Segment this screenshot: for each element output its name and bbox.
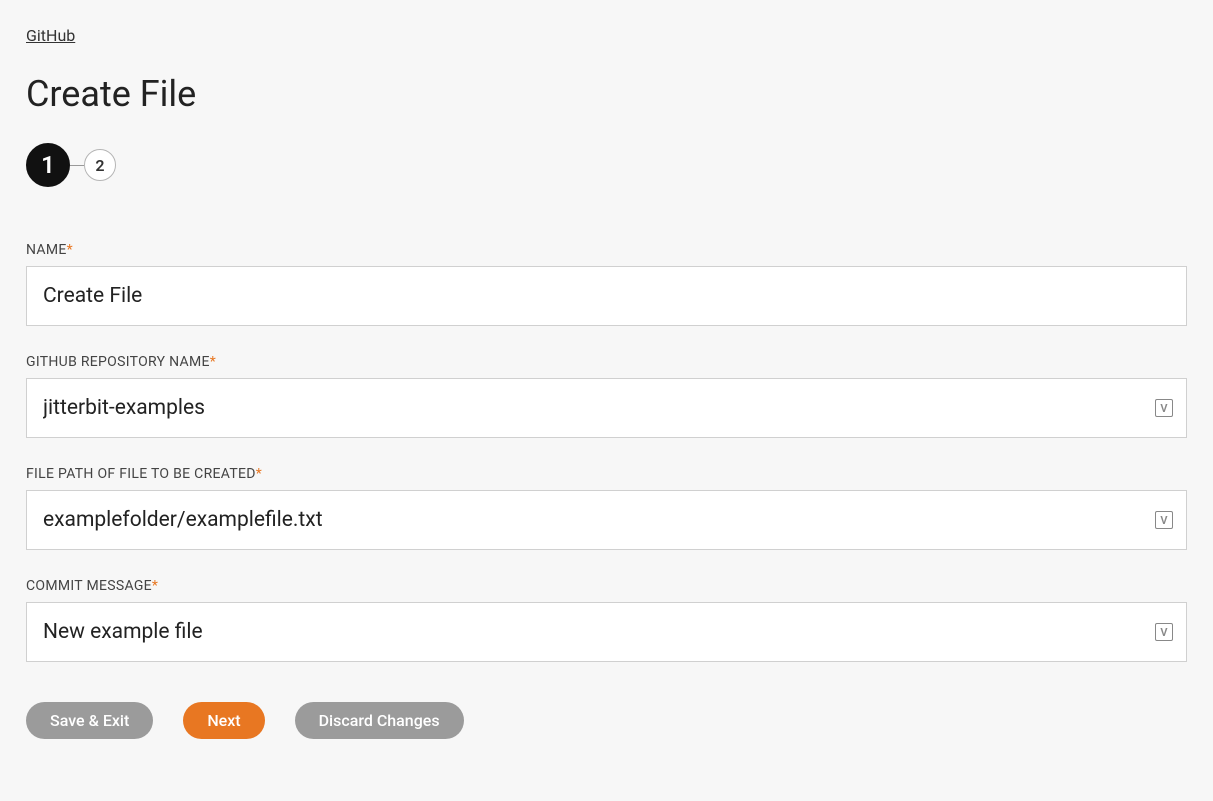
variable-icon[interactable]: V	[1155, 399, 1173, 417]
variable-icon[interactable]: V	[1155, 623, 1173, 641]
commit-label: COMMIT MESSAGE*	[26, 578, 1187, 594]
required-asterisk: *	[67, 242, 73, 258]
commit-input[interactable]	[26, 602, 1187, 662]
stepper: 1 2	[26, 143, 1187, 187]
filepath-input[interactable]	[26, 490, 1187, 550]
repo-label: GITHUB REPOSITORY NAME*	[26, 354, 1187, 370]
filepath-label: FILE PATH OF FILE TO BE CREATED*	[26, 466, 1187, 482]
save-exit-button[interactable]: Save & Exit	[26, 702, 153, 739]
repo-input[interactable]	[26, 378, 1187, 438]
required-asterisk: *	[152, 578, 158, 594]
page-title: Create File	[26, 73, 1187, 115]
discard-button[interactable]: Discard Changes	[295, 702, 464, 739]
name-input[interactable]	[26, 266, 1187, 326]
required-asterisk: *	[256, 466, 262, 482]
name-label: NAME*	[26, 242, 1187, 258]
step-connector	[70, 165, 84, 166]
step-1[interactable]: 1	[26, 143, 70, 187]
breadcrumb-github[interactable]: GitHub	[26, 26, 75, 45]
next-button[interactable]: Next	[183, 702, 264, 739]
required-asterisk: *	[210, 354, 216, 370]
variable-icon[interactable]: V	[1155, 511, 1173, 529]
step-2[interactable]: 2	[84, 149, 116, 181]
